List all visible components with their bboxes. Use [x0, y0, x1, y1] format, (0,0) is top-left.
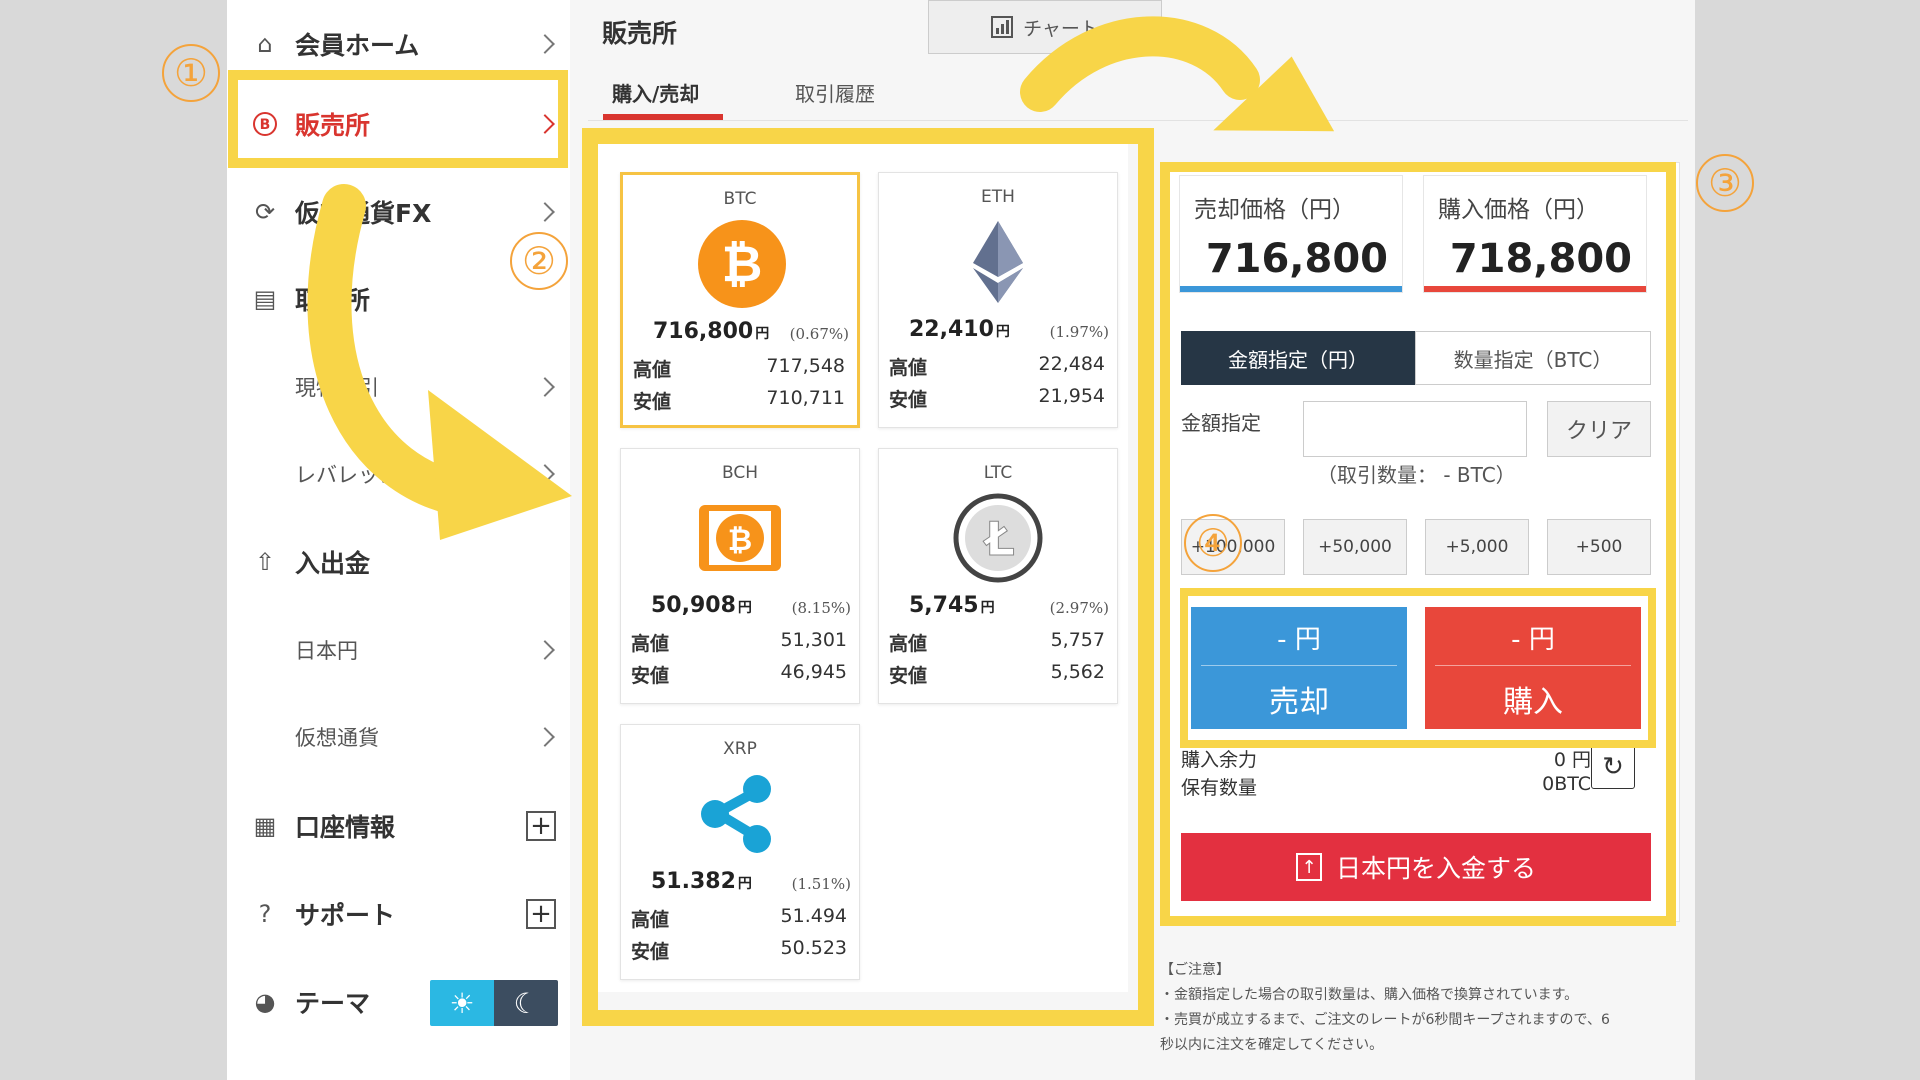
annotation-arrows: [307, 16, 1335, 540]
step-badge-4: ④: [1184, 514, 1242, 572]
step-badge-3: ③: [1696, 154, 1754, 212]
step-badge-1: ①: [162, 44, 220, 102]
step-badge-2: ②: [510, 232, 568, 290]
